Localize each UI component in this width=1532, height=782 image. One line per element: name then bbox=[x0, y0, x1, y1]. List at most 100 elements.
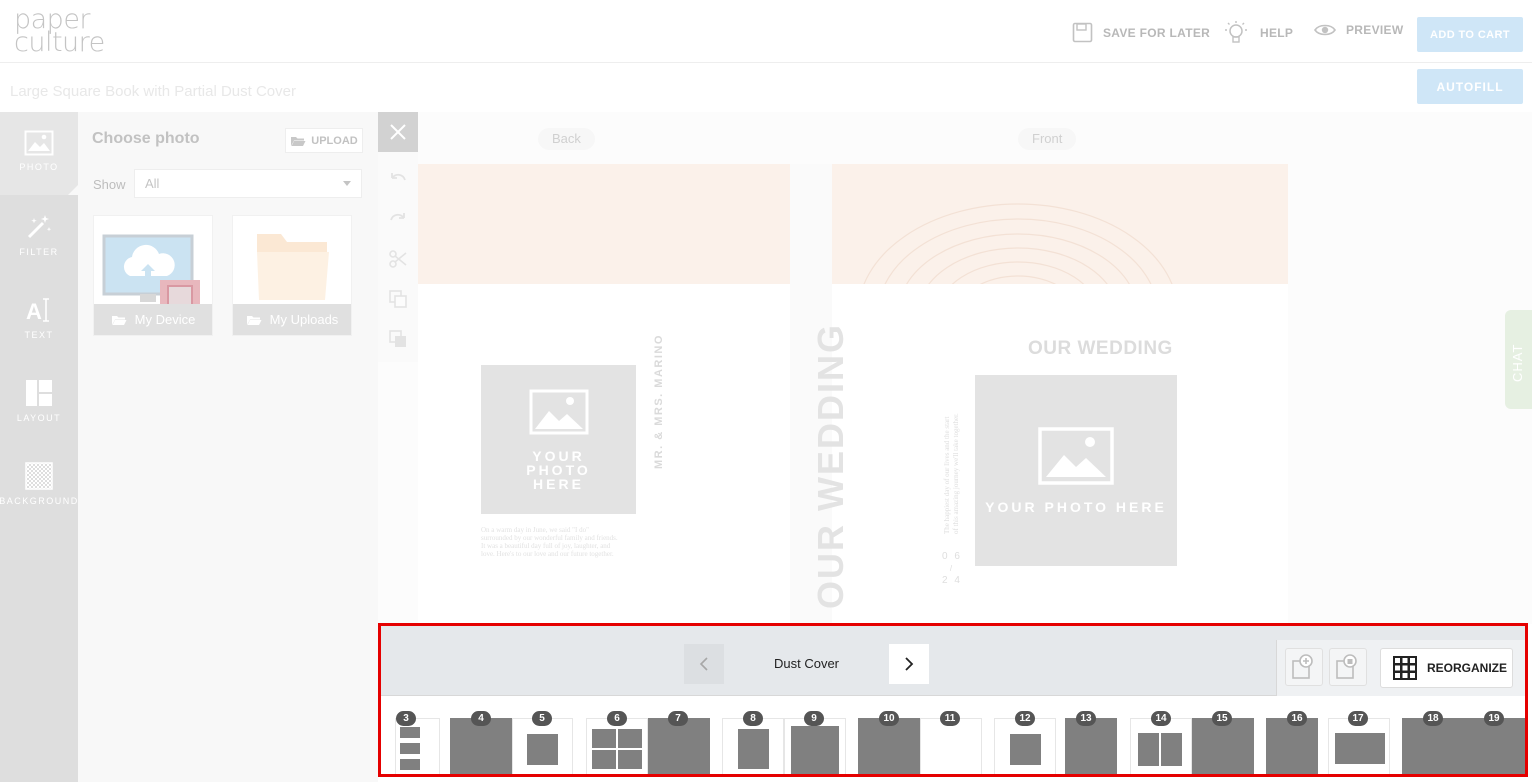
page-tools: REORGANIZE bbox=[1276, 640, 1525, 696]
my-device-text: My Device bbox=[134, 312, 196, 327]
back-photo-placeholder[interactable]: YOUR PHOTO HERE bbox=[481, 365, 636, 514]
paste-icon[interactable] bbox=[388, 329, 408, 349]
sidebar-label-photo: PHOTO bbox=[19, 162, 59, 172]
image-placeholder-icon bbox=[529, 389, 588, 434]
copy-icon[interactable] bbox=[388, 289, 408, 309]
spine-title[interactable]: OUR WEDDING bbox=[810, 323, 852, 609]
back-photo-text: YOUR PHOTO HERE bbox=[526, 447, 591, 492]
design-canvas-area: Back Front YOUR PHOTO HERE MR. & MRS. MA… bbox=[378, 112, 1532, 624]
dust-cover-spread: YOUR PHOTO HERE MR. & MRS. MARINO On a w… bbox=[418, 164, 1288, 624]
page-number-badge: 4 bbox=[471, 711, 491, 726]
page-thumbnail[interactable] bbox=[648, 718, 710, 774]
story-line-2: surrounded by our wonderful family and f… bbox=[481, 534, 618, 542]
sidebar-label-text: TEXT bbox=[24, 330, 54, 340]
page-thumbnail[interactable] bbox=[1192, 718, 1254, 774]
close-icon bbox=[390, 124, 406, 140]
page-thumbnail[interactable] bbox=[994, 718, 1056, 774]
sidebar-label-layout: LAYOUT bbox=[16, 413, 62, 423]
sidebar-item-text[interactable]: A TEXT bbox=[0, 278, 78, 361]
page-thumbnail[interactable] bbox=[586, 718, 648, 774]
autofill-button[interactable]: AUTOFILL bbox=[1417, 69, 1523, 104]
folder-open-icon bbox=[111, 315, 127, 325]
preview-button[interactable]: PREVIEW bbox=[1314, 22, 1403, 38]
page-thumbnail[interactable] bbox=[1464, 718, 1525, 774]
front-tagline[interactable]: The happiest day of our lives and the st… bbox=[943, 413, 961, 534]
page-number-badge: 7 bbox=[668, 711, 688, 726]
upload-button[interactable]: UPLOAD bbox=[285, 128, 363, 153]
logo-line-2: culture bbox=[14, 27, 105, 58]
help-button[interactable]: HELP bbox=[1222, 20, 1293, 46]
front-photo-placeholder[interactable]: YOUR PHOTO HERE bbox=[975, 375, 1177, 566]
sidebar-item-background[interactable]: BACKGROUND bbox=[0, 444, 78, 527]
page-thumbnail[interactable] bbox=[1328, 718, 1390, 774]
tool-sidebar: PHOTO FILTER A TEXT LAYOUT BACKGROUND bbox=[0, 112, 78, 782]
page-thumbnail[interactable] bbox=[1266, 718, 1318, 774]
sidebar-item-layout[interactable]: LAYOUT bbox=[0, 361, 78, 444]
redo-icon[interactable] bbox=[388, 210, 408, 230]
couple-names[interactable]: MR. & MRS. MARINO bbox=[653, 334, 665, 469]
page-number-badge: 6 bbox=[607, 711, 627, 726]
page-number-badge: 16 bbox=[1287, 711, 1307, 726]
page-nav-bar: Dust Cover REORGANIZE bbox=[381, 626, 1525, 696]
reorganize-label: REORGANIZE bbox=[1427, 661, 1508, 675]
remove-page-button[interactable] bbox=[1329, 648, 1367, 686]
edit-toolbar bbox=[378, 152, 418, 362]
computer-cloud-upload-icon bbox=[102, 234, 200, 307]
page-thumbnail[interactable] bbox=[784, 718, 846, 774]
current-page-label: Dust Cover bbox=[773, 656, 840, 671]
preview-label: PREVIEW bbox=[1346, 23, 1404, 37]
svg-text:A: A bbox=[26, 299, 42, 324]
show-filter-select[interactable]: All bbox=[134, 169, 362, 198]
front-cover-title[interactable]: OUR WEDDING bbox=[1028, 338, 1173, 360]
close-panel-button[interactable] bbox=[378, 112, 418, 152]
text-icon: A bbox=[26, 298, 49, 324]
next-page-button[interactable] bbox=[889, 644, 929, 684]
page-number-badge: 8 bbox=[743, 711, 763, 726]
back-story-text[interactable]: On a warm day in June, we said "I do" su… bbox=[481, 526, 641, 558]
active-indicator bbox=[68, 185, 78, 195]
product-title: Large Square Book with Partial Dust Cove… bbox=[10, 83, 296, 100]
page-thumbnail[interactable] bbox=[1065, 718, 1117, 774]
product-bar: Large Square Book with Partial Dust Cove… bbox=[0, 63, 1532, 112]
sidebar-item-filter[interactable]: FILTER bbox=[0, 195, 78, 278]
panel-title: Choose photo bbox=[92, 130, 200, 147]
story-line-4: love. Here's to our love and our future … bbox=[481, 550, 614, 558]
chevron-right-icon bbox=[905, 657, 914, 671]
wood-texture-band bbox=[418, 164, 1288, 284]
page-thumbnails: 3 4 5 6 7 8 9 10 11 12 13 14 15 16 17 18… bbox=[381, 697, 1525, 774]
page-thumbnail[interactable] bbox=[512, 718, 573, 774]
sidebar-item-photo[interactable]: PHOTO bbox=[0, 112, 78, 195]
add-page-button[interactable] bbox=[1285, 648, 1323, 686]
page-number-badge: 9 bbox=[804, 711, 824, 726]
story-line-3: It was a beautiful day full of joy, laug… bbox=[481, 542, 611, 550]
save-for-later-button[interactable]: SAVE FOR LATER bbox=[1072, 22, 1210, 43]
page-thumbnail[interactable] bbox=[722, 718, 784, 774]
page-thumbnail[interactable] bbox=[858, 718, 920, 774]
page-thumbnail[interactable] bbox=[1402, 718, 1464, 774]
help-label: HELP bbox=[1260, 26, 1294, 40]
eye-icon bbox=[1314, 24, 1336, 36]
undo-icon[interactable] bbox=[388, 170, 408, 190]
previous-page-button[interactable] bbox=[684, 644, 724, 684]
tab-back-cover[interactable]: Back bbox=[538, 128, 595, 150]
front-photo-text: YOUR PHOTO HERE bbox=[985, 498, 1167, 515]
chat-tab[interactable]: CHAT bbox=[1505, 310, 1532, 409]
sidebar-label-filter: FILTER bbox=[19, 247, 59, 257]
my-device-source[interactable]: My Device bbox=[93, 215, 213, 336]
page-thumbnail[interactable] bbox=[920, 718, 982, 774]
folder-open-icon bbox=[291, 136, 306, 146]
scissors-icon[interactable] bbox=[388, 249, 408, 269]
page-number-badge: 11 bbox=[940, 711, 960, 726]
front-date[interactable]: 0 6 / 2 4 bbox=[942, 549, 962, 589]
show-label: Show bbox=[93, 177, 126, 192]
page-thumbnail[interactable] bbox=[1130, 718, 1192, 774]
page-thumbnail[interactable] bbox=[450, 718, 512, 774]
tab-front-cover[interactable]: Front bbox=[1018, 128, 1077, 150]
add-to-cart-button[interactable]: ADD TO CART bbox=[1417, 17, 1523, 52]
upload-label: UPLOAD bbox=[311, 134, 358, 147]
reorganize-button[interactable]: REORGANIZE bbox=[1380, 648, 1513, 688]
page-thumbnail[interactable] bbox=[395, 718, 440, 774]
paper-culture-logo[interactable]: paper culture bbox=[14, 6, 105, 58]
my-uploads-source[interactable]: My Uploads bbox=[232, 215, 352, 336]
chevron-left-icon bbox=[699, 657, 708, 671]
